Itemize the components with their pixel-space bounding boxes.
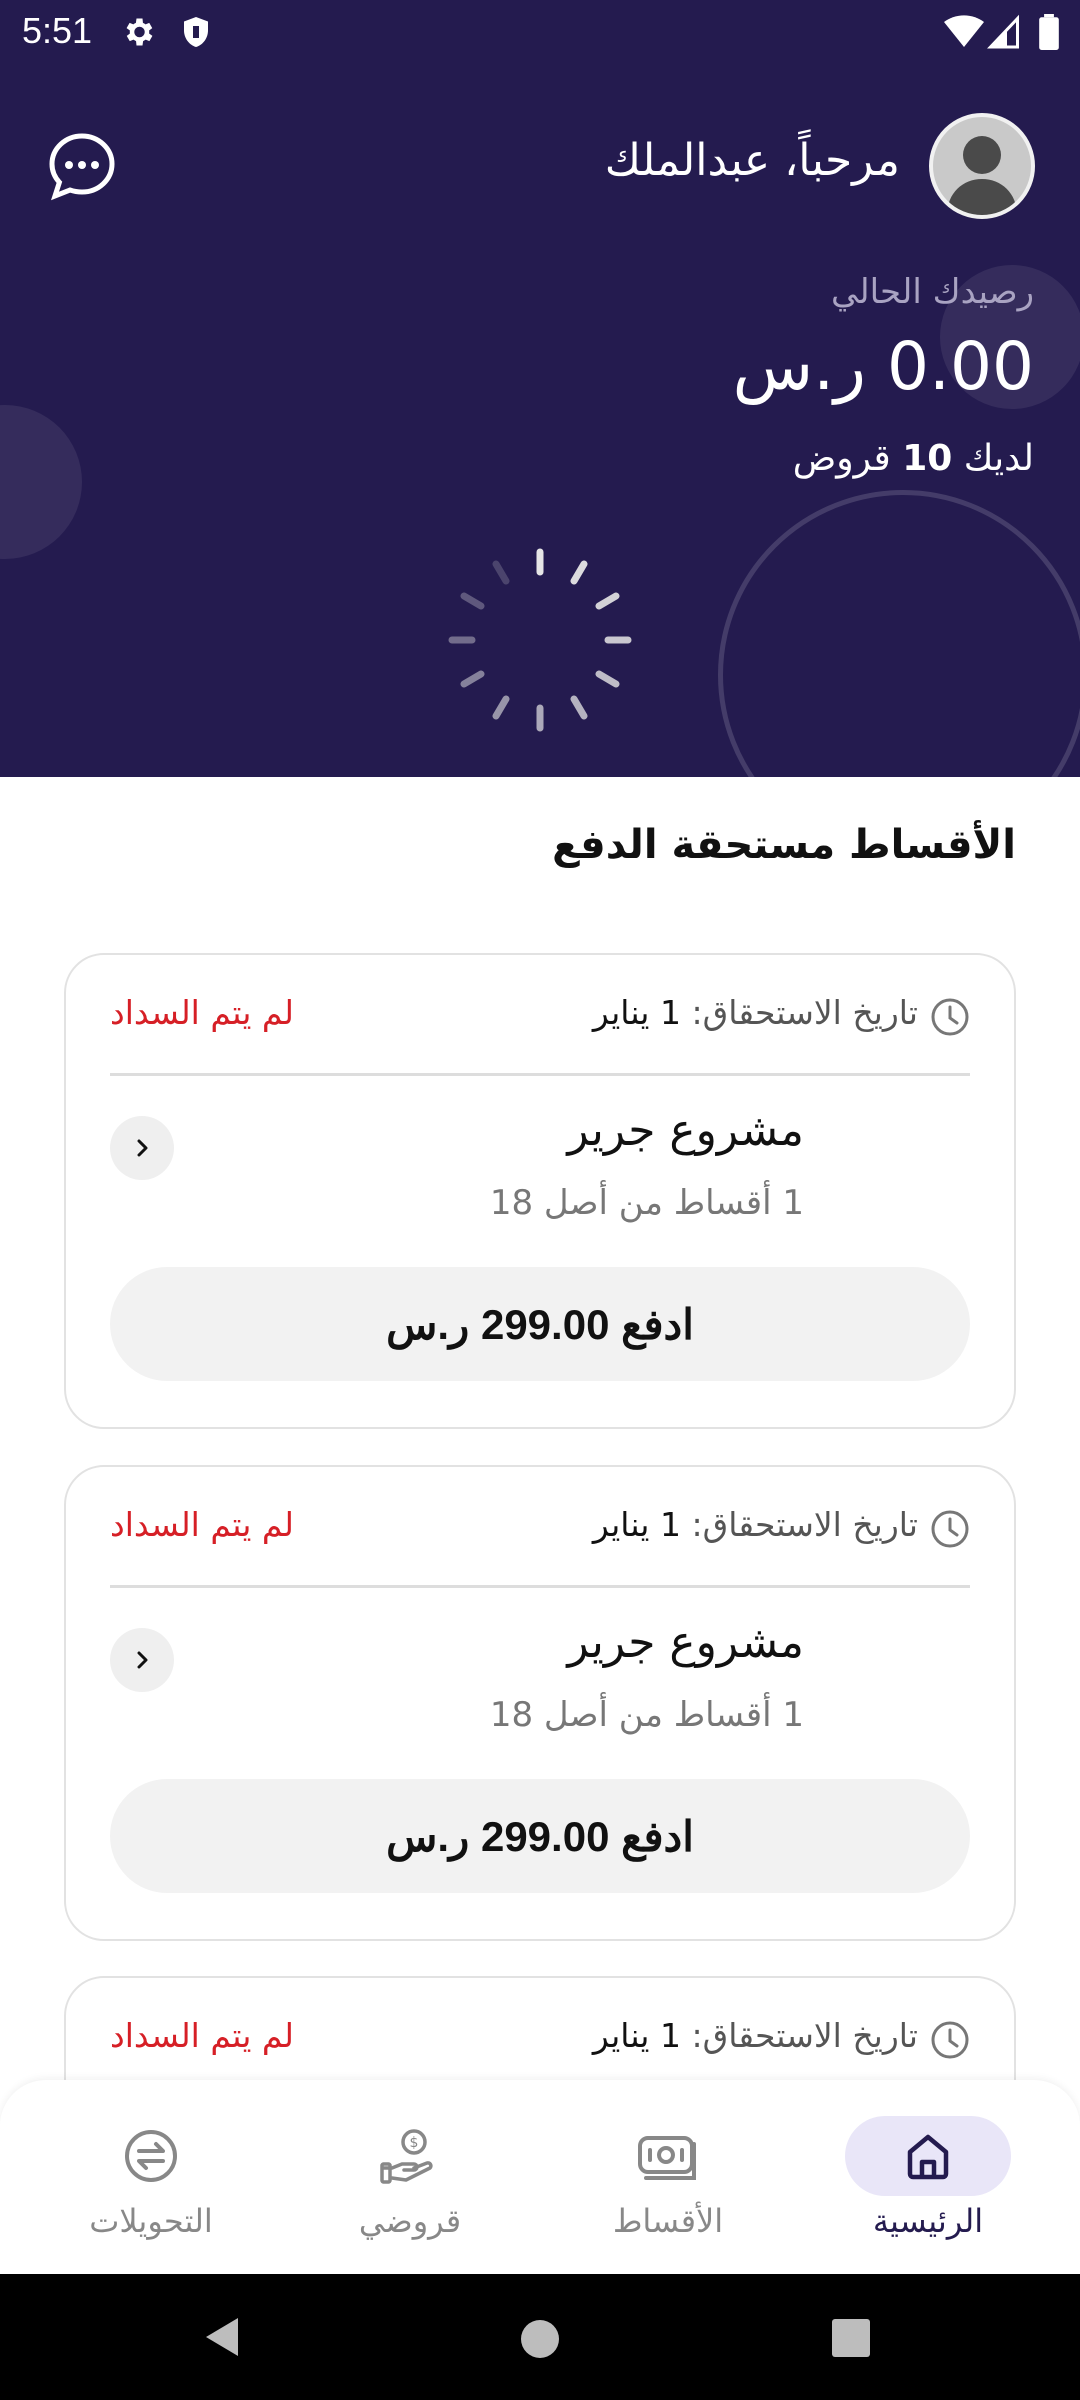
- nav-item-loans[interactable]: $ قروضي: [315, 2116, 505, 2246]
- due-date-value: 1 يناير: [592, 1505, 681, 1544]
- nav-label: الرئيسية: [872, 2202, 984, 2240]
- card-header: تاريخ الاستحقاق: 1 يناير لم يتم السداد: [66, 1467, 1014, 1585]
- clock-icon: [931, 998, 969, 1036]
- chat-button[interactable]: [46, 130, 118, 202]
- pay-button[interactable]: ادفع 299.00 ر.س: [110, 1779, 970, 1893]
- nav-item-home[interactable]: الرئيسية: [833, 2116, 1023, 2246]
- status-badge: لم يتم السداد: [110, 1505, 294, 1544]
- loading-spinner-icon: [448, 548, 632, 732]
- greeting-text: مرحباً، عبدالملك: [604, 135, 900, 186]
- divider: [110, 1585, 970, 1588]
- installment-count: 1 أقساط من أصل 18: [489, 1695, 804, 1735]
- battery-icon: [1039, 14, 1059, 50]
- installment-count: 1 أقساط من أصل 18: [489, 1183, 804, 1223]
- balance-value: 0.00 ر.س: [732, 328, 1034, 405]
- installment-card: تاريخ الاستحقاق: 1 يناير لم يتم السداد م…: [64, 1465, 1016, 1941]
- clock-icon: [931, 2021, 969, 2059]
- nav-item-installments[interactable]: الأقساط: [573, 2116, 763, 2246]
- due-date-value: 1 يناير: [592, 2016, 681, 2055]
- details-button[interactable]: [110, 1116, 174, 1180]
- nav-label: قروضي: [358, 2202, 462, 2240]
- nav-item-transfers[interactable]: التحويلات: [56, 2116, 246, 2246]
- installments-icon: [638, 2136, 696, 2180]
- settings-icon: [126, 18, 153, 46]
- status-badge: لم يتم السداد: [110, 2016, 294, 2055]
- nav-indicator: [585, 2116, 751, 2196]
- user-silhouette-icon: [947, 136, 1017, 215]
- chevron-right-icon: [137, 1139, 148, 1157]
- bottom-navigation: الرئيسية الأقساط $ قروضي التحويلات: [0, 2080, 1080, 2274]
- loans-icon: $: [380, 2129, 433, 2184]
- avatar[interactable]: [929, 113, 1035, 219]
- system-navigation-bar: [0, 2274, 1080, 2400]
- status-time: 5:51: [22, 10, 93, 51]
- project-name: مشروع جرير: [567, 1105, 804, 1156]
- project-name: مشروع جرير: [567, 1617, 804, 1668]
- due-date: تاريخ الاستحقاق: 1 يناير: [593, 1505, 918, 1544]
- header: 5:51 مرحباً، عبدالملك رصيدك الحالي 0.00 …: [0, 0, 1080, 777]
- nav-indicator: [845, 2116, 1011, 2196]
- nav-label: الأقساط: [612, 2202, 724, 2240]
- status-bar: 5:51: [0, 0, 1080, 64]
- card-header: تاريخ الاستحقاق: 1 يناير لم يتم السداد: [66, 955, 1014, 1073]
- shield-icon: [184, 17, 208, 47]
- recents-icon[interactable]: [830, 2317, 872, 2359]
- due-date: تاريخ الاستحقاق: 1 يناير: [593, 2016, 918, 2055]
- card-header: تاريخ الاستحقاق: 1 يناير لم يتم السداد: [66, 1978, 1014, 2096]
- loans-suffix: قروض: [792, 438, 891, 479]
- due-label: تاريخ الاستحقاق:: [691, 1505, 918, 1544]
- due-label: تاريخ الاستحقاق:: [691, 2016, 918, 2055]
- wifi-icon: [944, 15, 984, 48]
- transfers-icon: [125, 2130, 177, 2182]
- details-button[interactable]: [110, 1628, 174, 1692]
- home-icon: [907, 2134, 949, 2180]
- nav-label: التحويلات: [89, 2202, 213, 2240]
- balance-label: رصيدك الحالي: [830, 272, 1034, 312]
- decorative-circle: [0, 405, 82, 559]
- clock-icon: [931, 1510, 969, 1548]
- svg-text:$: $: [410, 2135, 419, 2151]
- decorative-ring: [718, 490, 1080, 777]
- back-icon[interactable]: [200, 2314, 246, 2360]
- due-date-value: 1 يناير: [592, 993, 681, 1032]
- status-badge: لم يتم السداد: [110, 993, 294, 1032]
- pay-button[interactable]: ادفع 299.00 ر.س: [110, 1267, 970, 1381]
- chevron-right-icon: [137, 1651, 148, 1669]
- nav-indicator: $: [327, 2116, 493, 2196]
- loans-count: 10: [902, 438, 953, 479]
- due-label: تاريخ الاستحقاق:: [691, 993, 918, 1032]
- nav-indicator: [68, 2116, 234, 2196]
- chat-bubble-icon: [49, 133, 115, 201]
- loans-prefix: لديك: [963, 438, 1034, 479]
- divider: [110, 1073, 970, 1076]
- cellular-signal-icon: [987, 14, 1019, 49]
- loans-count-text: لديك 10 قروض: [793, 438, 1034, 479]
- home-button-icon[interactable]: [518, 2317, 562, 2361]
- section-title: الأقساط مستحقة الدفع: [552, 822, 1016, 868]
- due-date: تاريخ الاستحقاق: 1 يناير: [593, 993, 918, 1032]
- installment-card: تاريخ الاستحقاق: 1 يناير لم يتم السداد م…: [64, 953, 1016, 1429]
